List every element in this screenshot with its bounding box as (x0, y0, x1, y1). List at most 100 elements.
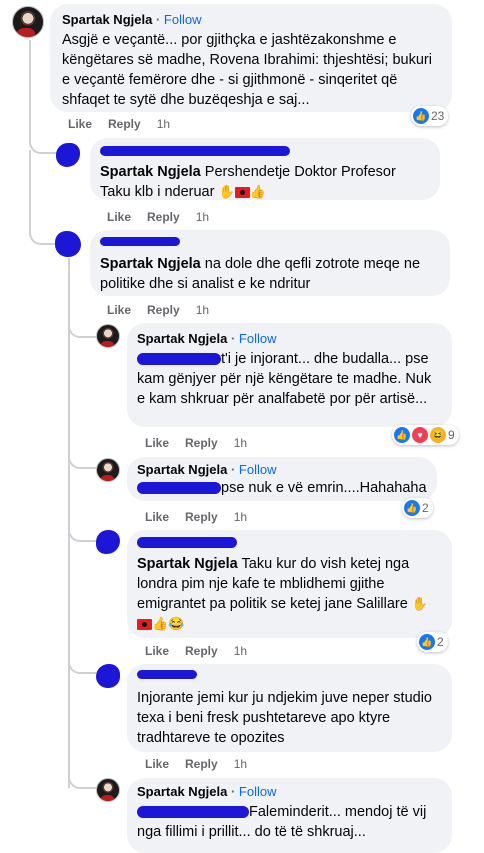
comment-actions: Like Reply 1h (145, 436, 247, 450)
comment-time[interactable]: 1h (234, 757, 247, 771)
thread-connector (68, 455, 96, 469)
reaction-count: 9 (448, 428, 455, 442)
comment-time[interactable]: 1h (196, 210, 209, 224)
laughing-reaction-icon: 😆 (430, 427, 446, 443)
reply-button[interactable]: Reply (108, 117, 141, 131)
reaction-summary[interactable]: 👍 2 (402, 498, 433, 518)
redacted-name (100, 237, 180, 247)
comment-text-line2: nga fillimi i prillit... do të të shkrua… (137, 824, 366, 840)
avatar[interactable] (56, 143, 80, 167)
avatar[interactable] (96, 324, 120, 348)
comment-bubble: Spartak Ngjela Pershendetje Doktor Profe… (90, 138, 440, 200)
separator-dot: · (155, 12, 161, 27)
like-button[interactable]: Like (107, 303, 131, 317)
comment-text: Faleminderit... mendoj të vij (249, 804, 427, 820)
reply-button[interactable]: Reply (147, 303, 180, 317)
thread-connector (29, 150, 59, 245)
redacted-name (137, 670, 197, 680)
comment-author[interactable]: Spartak Ngjela (137, 556, 238, 572)
like-reaction-icon: 👍 (419, 634, 435, 650)
thumbs-up-icon: 👍 (152, 616, 169, 631)
thread-line (29, 40, 31, 145)
like-button[interactable]: Like (145, 757, 169, 771)
follow-button[interactable]: Follow (239, 784, 277, 799)
separator-dot: · (230, 784, 236, 799)
separator-dot: · (230, 331, 236, 346)
comment-time[interactable]: 1h (234, 436, 247, 450)
comment-author[interactable]: Spartak Ngjela (137, 462, 227, 477)
reaction-summary[interactable]: 👍 23 (411, 106, 449, 126)
albania-flag-icon (137, 618, 152, 630)
comment-actions: Like Reply 1h (107, 303, 209, 317)
avatar[interactable] (96, 664, 120, 688)
reaction-count: 23 (431, 109, 445, 123)
comment-actions: Like Reply 1h (68, 117, 170, 131)
like-reaction-icon: 👍 (404, 500, 420, 516)
reaction-summary[interactable]: 👍 ♥ 😆 9 (392, 425, 459, 445)
like-button[interactable]: Like (68, 117, 92, 131)
reaction-count: 2 (437, 635, 444, 649)
reply-button[interactable]: Reply (185, 757, 218, 771)
thread-connector (68, 528, 96, 542)
redacted-name (137, 482, 221, 495)
comment-author[interactable]: Spartak Ngjela (137, 331, 227, 346)
avatar[interactable] (55, 231, 81, 257)
albania-flag-icon (234, 186, 250, 198)
avatar[interactable] (96, 458, 120, 482)
thread-connector (68, 660, 96, 674)
thumbs-up-icon: 👍 (249, 184, 266, 199)
comment-bubble: Spartak Ngjela · Follow Faleminderit... … (127, 778, 452, 853)
comment-time[interactable]: 1h (234, 510, 247, 524)
thread-connector (68, 320, 96, 338)
like-reaction-icon: 👍 (394, 427, 410, 443)
comment-author[interactable]: Spartak Ngjela (100, 256, 201, 272)
avatar[interactable] (12, 6, 44, 38)
comment-bubble: Spartak Ngjela · Follow t'i je injorant.… (127, 323, 452, 427)
reply-button[interactable]: Reply (185, 436, 218, 450)
like-button[interactable]: Like (145, 510, 169, 524)
laughing-emoji-icon: 😂 (168, 616, 185, 631)
redacted-name (137, 806, 249, 819)
comment-author[interactable]: Spartak Ngjela (62, 12, 152, 27)
follow-button[interactable]: Follow (164, 12, 202, 27)
comment-actions: Like Reply 1h (107, 210, 209, 224)
comment-time[interactable]: 1h (196, 303, 209, 317)
avatar[interactable] (96, 778, 120, 802)
reply-button[interactable]: Reply (147, 210, 180, 224)
comment-time[interactable]: 1h (157, 117, 170, 131)
comment-text: Injorante jemi kur ju ndjekim juve neper… (137, 690, 432, 746)
comment-author[interactable]: Spartak Ngjela (100, 164, 201, 180)
like-button[interactable]: Like (145, 644, 169, 658)
comment-actions: Like Reply 1h (145, 757, 247, 771)
comment-bubble: Spartak Ngjela na dole dhe qefli zotrote… (90, 230, 450, 296)
comment-text: Asgjë e veçantë... por gjithçka e jashtë… (62, 32, 432, 108)
reaction-summary[interactable]: 👍 2 (417, 632, 448, 652)
comment-bubble: Spartak Ngjela · Follow Asgjë e veçantë.… (50, 4, 452, 112)
comment-bubble: Injorante jemi kur ju ndjekim juve neper… (127, 664, 452, 752)
love-reaction-icon: ♥ (412, 427, 428, 443)
comment-bubble: Spartak Ngjela · Follow pse nuk e vë emr… (127, 457, 437, 501)
redacted-name (100, 145, 290, 156)
comment-author[interactable]: Spartak Ngjela (137, 784, 227, 799)
separator-dot: · (230, 462, 236, 477)
avatar[interactable] (96, 530, 120, 554)
comment-time[interactable]: 1h (234, 644, 247, 658)
thread-connector (68, 775, 96, 789)
like-button[interactable]: Like (107, 210, 131, 224)
reaction-count: 2 (422, 501, 429, 515)
like-reaction-icon: 👍 (413, 108, 429, 124)
redacted-name (137, 537, 237, 549)
wave-hand-icon: ✋ (411, 596, 429, 611)
wave-hand-icon: ✋ (218, 184, 235, 199)
follow-button[interactable]: Follow (239, 462, 277, 477)
comment-actions: Like Reply 1h (145, 510, 247, 524)
follow-button[interactable]: Follow (239, 331, 277, 346)
comment-bubble: Spartak Ngjela Taku kur do vish ketej ng… (127, 530, 452, 638)
comment-text: pse nuk e vë emrin....Hahahaha (221, 480, 427, 496)
reply-button[interactable]: Reply (185, 644, 218, 658)
comment-actions: Like Reply 1h (145, 644, 247, 658)
reply-button[interactable]: Reply (185, 510, 218, 524)
like-button[interactable]: Like (145, 436, 169, 450)
thread-line (68, 258, 70, 788)
redacted-name (137, 353, 221, 366)
